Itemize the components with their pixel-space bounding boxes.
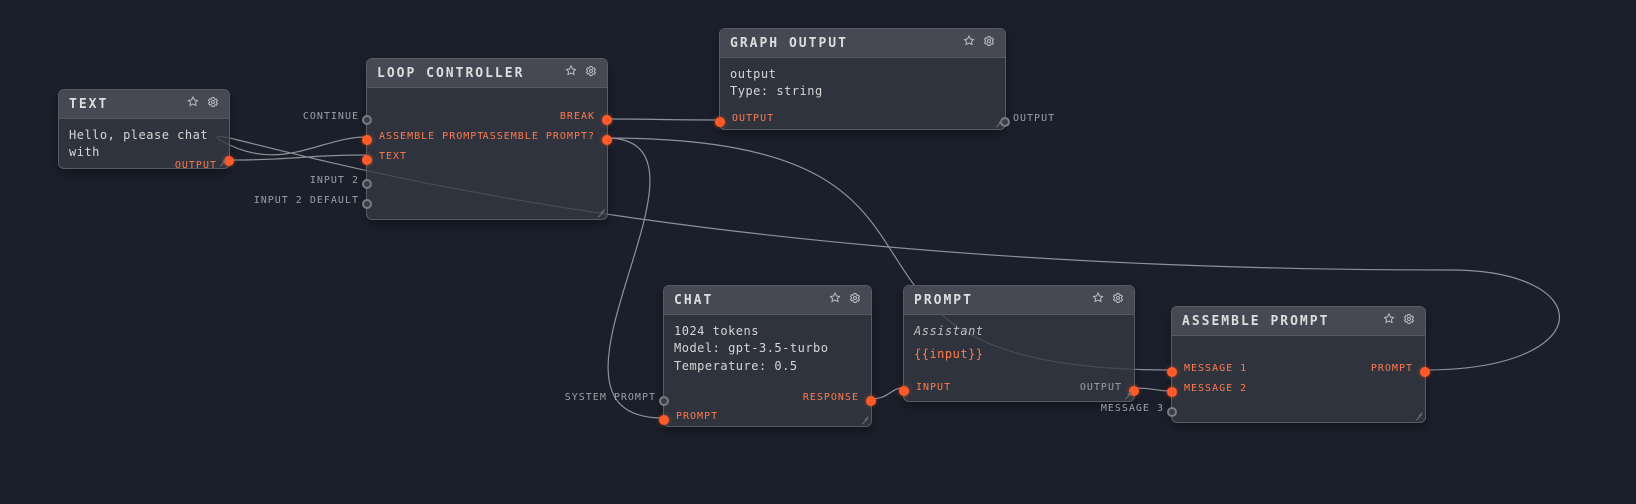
port-assemble-prompt-in[interactable]: [362, 135, 372, 145]
port-input2-label: INPUT 2: [310, 175, 359, 186]
port-response-label: RESPONSE: [803, 392, 859, 403]
port-input2-default[interactable]: [362, 199, 372, 209]
port-input-label: INPUT: [916, 382, 951, 393]
node-title: ASSEMBLE PROMPT: [1182, 314, 1329, 329]
port-input[interactable]: [899, 386, 909, 396]
resize-handle[interactable]: [993, 117, 1003, 127]
node-title: PROMPT: [914, 293, 973, 308]
graph-canvas[interactable]: TEXT Hello, please chat with OUTPUT LOOP…: [0, 0, 1636, 504]
pin-icon[interactable]: [829, 292, 841, 308]
port-system-prompt[interactable]: [659, 396, 669, 406]
port-output-in-label: OUTPUT: [732, 113, 774, 124]
port-message-1-label: MESSAGE 1: [1184, 363, 1247, 374]
port-system-prompt-label: SYSTEM PROMPT: [565, 392, 656, 403]
port-prompt-in[interactable]: [659, 415, 669, 425]
node-header[interactable]: PROMPT: [904, 286, 1134, 315]
node-prompt[interactable]: PROMPT Assistant {{input}} INPUT OUTPUT: [903, 285, 1135, 402]
port-prompt-in-label: PROMPT: [676, 411, 718, 422]
node-header[interactable]: LOOP CONTROLLER: [367, 59, 607, 88]
port-message-2[interactable]: [1167, 387, 1177, 397]
port-text-in-label: TEXT: [379, 151, 407, 162]
node-header[interactable]: GRAPH OUTPUT: [720, 29, 1005, 58]
port-break[interactable]: [602, 115, 612, 125]
gear-icon[interactable]: [983, 35, 995, 51]
port-message-2-label: MESSAGE 2: [1184, 383, 1247, 394]
pin-icon[interactable]: [187, 96, 199, 112]
node-title: LOOP CONTROLLER: [377, 66, 524, 81]
text-content: Hello, please chat with: [69, 128, 208, 159]
port-output-out-label: OUTPUT: [1013, 113, 1055, 124]
gear-icon[interactable]: [1112, 292, 1124, 308]
chat-tokens: 1024 tokens: [674, 323, 861, 340]
resize-handle[interactable]: [1413, 410, 1423, 420]
node-text[interactable]: TEXT Hello, please chat with OUTPUT: [58, 89, 230, 169]
port-prompt-out-label: PROMPT: [1371, 363, 1413, 374]
prompt-role: Assistant: [914, 323, 1124, 340]
port-assemble-prompt-in-label: ASSEMBLE PROMPT: [379, 131, 484, 142]
port-break-label: BREAK: [560, 111, 595, 122]
port-message-3[interactable]: [1167, 407, 1177, 417]
port-assemble-prompt-out-label: ASSEMBLE PROMPT?: [483, 131, 595, 142]
pin-icon[interactable]: [565, 65, 577, 81]
node-title: TEXT: [69, 97, 108, 112]
node-body: [1172, 336, 1425, 354]
port-input2-default-label: INPUT 2 DEFAULT: [254, 195, 359, 206]
node-title: CHAT: [674, 293, 713, 308]
node-loop-controller[interactable]: LOOP CONTROLLER CONTINUE ASSEMBLE PROMPT…: [366, 58, 608, 220]
port-text-in[interactable]: [362, 155, 372, 165]
node-graph-output[interactable]: GRAPH OUTPUT output Type: string OUTPUT …: [719, 28, 1006, 130]
node-body: [367, 88, 607, 106]
port-assemble-prompt-out[interactable]: [602, 135, 612, 145]
node-body: output Type: string: [720, 58, 1005, 111]
port-message-1[interactable]: [1167, 367, 1177, 377]
gear-icon[interactable]: [585, 65, 597, 81]
node-chat[interactable]: CHAT 1024 tokens Model: gpt-3.5-turbo Te…: [663, 285, 872, 427]
port-message-3-label: MESSAGE 3: [1101, 403, 1164, 414]
gear-icon[interactable]: [1403, 313, 1415, 329]
port-prompt-out[interactable]: [1420, 367, 1430, 377]
port-continue[interactable]: [362, 115, 372, 125]
chat-temp: Temperature: 0.5: [674, 358, 861, 375]
node-header[interactable]: CHAT: [664, 286, 871, 315]
pin-icon[interactable]: [963, 35, 975, 51]
resize-handle[interactable]: [859, 414, 869, 424]
prompt-template: {{input}}: [914, 346, 1124, 363]
port-input2[interactable]: [362, 179, 372, 189]
node-body: Assistant {{input}}: [904, 315, 1134, 374]
gear-icon[interactable]: [207, 96, 219, 112]
port-output-in[interactable]: [715, 117, 725, 127]
node-header[interactable]: TEXT: [59, 90, 229, 119]
chat-model: Model: gpt-3.5-turbo: [674, 340, 861, 357]
port-output-label: OUTPUT: [1080, 382, 1122, 393]
resize-handle[interactable]: [217, 156, 227, 166]
node-header[interactable]: ASSEMBLE PROMPT: [1172, 307, 1425, 336]
gear-icon[interactable]: [849, 292, 861, 308]
resize-handle[interactable]: [595, 207, 605, 217]
pin-icon[interactable]: [1383, 313, 1395, 329]
node-body: 1024 tokens Model: gpt-3.5-turbo Tempera…: [664, 315, 871, 385]
node-title: GRAPH OUTPUT: [730, 36, 848, 51]
graph-output-name: output: [730, 66, 995, 83]
port-output-label: OUTPUT: [175, 160, 217, 171]
port-continue-label: CONTINUE: [303, 111, 359, 122]
node-assemble-prompt[interactable]: ASSEMBLE PROMPT MESSAGE 1 MESSAGE 2 MESS…: [1171, 306, 1426, 423]
port-response[interactable]: [866, 396, 876, 406]
resize-handle[interactable]: [1122, 389, 1132, 399]
graph-output-type: Type: string: [730, 83, 995, 100]
pin-icon[interactable]: [1092, 292, 1104, 308]
